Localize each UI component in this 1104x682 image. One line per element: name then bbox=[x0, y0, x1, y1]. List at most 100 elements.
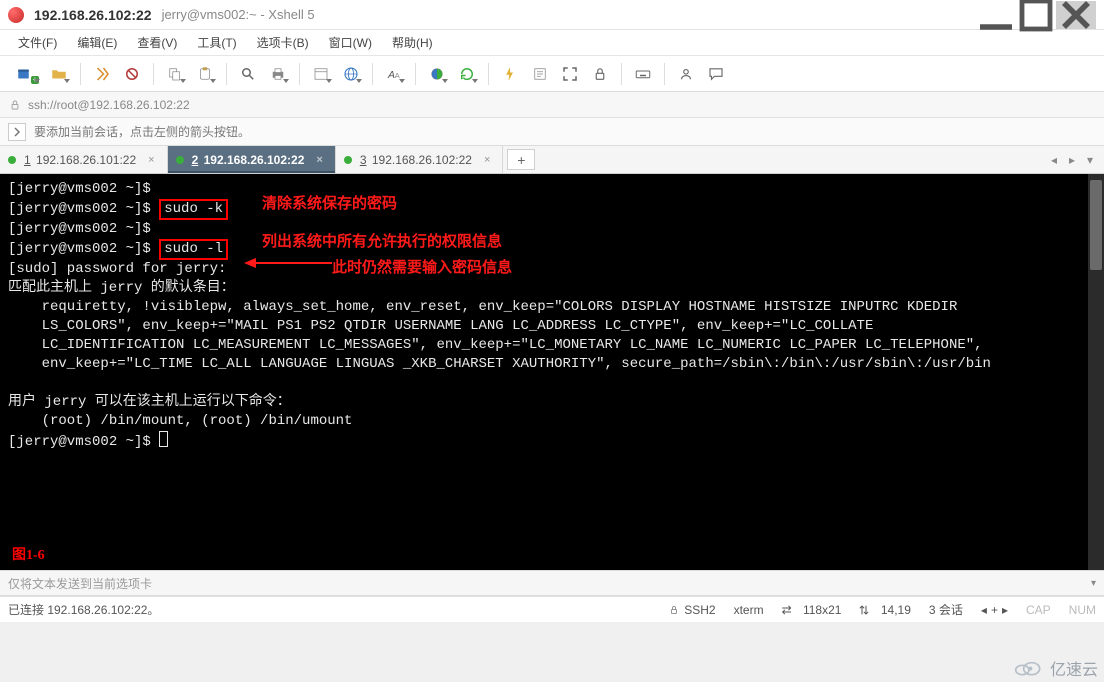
tab-prev-button[interactable]: ◂ bbox=[1046, 153, 1062, 167]
keyboard-button[interactable] bbox=[630, 61, 656, 87]
terminal-area: [jerry@vms002 ~]$ [jerry@vms002 ~]$ sudo… bbox=[0, 174, 1104, 570]
line: 用户 jerry 可以在该主机上运行以下命令： bbox=[8, 394, 291, 410]
copy-button[interactable] bbox=[162, 61, 188, 87]
line: LC_IDENTIFICATION LC_MEASUREMENT LC_MESS… bbox=[8, 337, 983, 353]
lock-button[interactable] bbox=[587, 61, 613, 87]
add-tab-button[interactable]: + bbox=[507, 149, 535, 170]
tab-number: 3 bbox=[360, 153, 367, 167]
session-tabs: 1 192.168.26.101:22 × 2 192.168.26.102:2… bbox=[0, 146, 1104, 174]
tip-text: 要添加当前会话，点击左侧的箭头按钮。 bbox=[34, 123, 250, 140]
toolbar-separator bbox=[664, 63, 665, 85]
session-tab-3[interactable]: 3 192.168.26.102:22 × bbox=[336, 146, 504, 173]
app-icon bbox=[8, 7, 24, 23]
terminal-scrollbar[interactable] bbox=[1088, 174, 1104, 570]
script-button[interactable] bbox=[527, 61, 553, 87]
toolbar: + AA bbox=[0, 56, 1104, 92]
disconnect-button[interactable] bbox=[119, 61, 145, 87]
status-dot-icon bbox=[8, 156, 16, 164]
toolbar-separator bbox=[226, 63, 227, 85]
lock-icon: SSH2 bbox=[668, 603, 715, 617]
send-input-row[interactable]: 仅将文本发送到当前选项卡 ▾ bbox=[0, 570, 1104, 596]
lightning-button[interactable] bbox=[497, 61, 523, 87]
arrows-ud-icon: ⇄ bbox=[857, 604, 871, 614]
menu-view[interactable]: 查看(V) bbox=[129, 32, 185, 53]
tab-close-icon[interactable]: × bbox=[148, 154, 154, 166]
toolbar-separator bbox=[299, 63, 300, 85]
terminal[interactable]: [jerry@vms002 ~]$ [jerry@vms002 ~]$ sudo… bbox=[0, 174, 1104, 570]
toolbar-separator bbox=[80, 63, 81, 85]
scrollbar-thumb[interactable] bbox=[1090, 180, 1102, 270]
new-session-button[interactable]: + bbox=[8, 61, 42, 87]
menu-help[interactable]: 帮助(H) bbox=[384, 32, 441, 53]
line: requiretty, !visiblepw, always_set_home,… bbox=[8, 299, 957, 315]
chevron-left-icon[interactable]: ◂ bbox=[981, 603, 987, 617]
tab-next-button[interactable]: ▸ bbox=[1064, 153, 1080, 167]
maximize-button[interactable] bbox=[1016, 1, 1056, 29]
status-cap: CAP bbox=[1026, 603, 1051, 617]
line: 匹配此主机上 jerry 的默认条目： bbox=[8, 280, 235, 296]
window-title-sub: jerry@vms002:~ - Xshell 5 bbox=[162, 7, 315, 22]
tab-menu-button[interactable]: ▾ bbox=[1082, 153, 1098, 167]
cloud-icon bbox=[1010, 658, 1044, 678]
menu-tools[interactable]: 工具(T) bbox=[189, 32, 244, 53]
menu-tab[interactable]: 选项卡(B) bbox=[249, 32, 317, 53]
reconnect-button[interactable] bbox=[89, 61, 115, 87]
chevron-down-icon[interactable]: ▾ bbox=[1091, 578, 1096, 589]
send-placeholder: 仅将文本发送到当前选项卡 bbox=[8, 575, 152, 592]
contacts-button[interactable] bbox=[673, 61, 699, 87]
titlebar: 192.168.26.102:22 jerry@vms002:~ - Xshel… bbox=[0, 0, 1104, 30]
menubar: 文件(F) 编辑(E) 查看(V) 工具(T) 选项卡(B) 窗口(W) 帮助(… bbox=[0, 30, 1104, 56]
add-session-arrow-button[interactable] bbox=[8, 123, 26, 141]
properties-button[interactable] bbox=[308, 61, 334, 87]
status-dot-icon bbox=[176, 156, 184, 164]
color-button[interactable] bbox=[424, 61, 450, 87]
refresh-button[interactable] bbox=[454, 61, 480, 87]
line: env_keep+="LC_TIME LC_ALL LANGUAGE LINGU… bbox=[8, 356, 991, 372]
tab-close-icon[interactable]: × bbox=[316, 154, 322, 166]
status-proto: SSH2 bbox=[684, 603, 715, 617]
line: [jerry@vms002 ~]$ bbox=[8, 434, 159, 450]
menu-window[interactable]: 窗口(W) bbox=[321, 32, 380, 53]
status-termtype: xterm bbox=[734, 603, 764, 617]
menu-edit[interactable]: 编辑(E) bbox=[69, 32, 125, 53]
line: [jerry@vms002 ~]$ bbox=[8, 221, 151, 237]
tab-close-icon[interactable]: × bbox=[484, 154, 490, 166]
status-sessions-nav: ◂ + ▸ bbox=[981, 603, 1008, 617]
status-dot-icon bbox=[344, 156, 352, 164]
session-tab-2[interactable]: 2 192.168.26.102:22 × bbox=[168, 146, 336, 173]
window-controls bbox=[976, 1, 1096, 29]
menu-file[interactable]: 文件(F) bbox=[10, 32, 65, 53]
plus-icon[interactable]: + bbox=[991, 603, 998, 617]
toolbar-separator bbox=[372, 63, 373, 85]
annotation-text: 列出系统中所有允许执行的权限信息 bbox=[262, 230, 502, 251]
line: [jerry@vms002 ~]$ bbox=[8, 241, 151, 257]
toolbar-separator bbox=[488, 63, 489, 85]
cursor-icon bbox=[159, 431, 168, 447]
print-button[interactable] bbox=[265, 61, 291, 87]
minimize-button[interactable] bbox=[976, 1, 1016, 29]
status-connection: 已连接 192.168.26.102:22。 bbox=[8, 601, 159, 618]
tab-label: 192.168.26.101:22 bbox=[36, 153, 136, 167]
annotation-text: 此时仍然需要输入密码信息 bbox=[332, 256, 512, 277]
svg-text:A: A bbox=[395, 70, 400, 79]
fullscreen-button[interactable] bbox=[557, 61, 583, 87]
status-size: ⇄ 118x21 bbox=[782, 603, 842, 617]
line: [jerry@vms002 ~]$ bbox=[8, 181, 151, 197]
chevron-right-icon[interactable]: ▸ bbox=[1002, 603, 1008, 617]
open-folder-button[interactable] bbox=[46, 61, 72, 87]
session-tab-1[interactable]: 1 192.168.26.101:22 × bbox=[0, 146, 168, 173]
search-button[interactable] bbox=[235, 61, 261, 87]
line: [sudo] password for jerry: bbox=[8, 261, 226, 277]
font-button[interactable]: AA bbox=[381, 61, 407, 87]
chat-button[interactable] bbox=[703, 61, 729, 87]
status-num: NUM bbox=[1069, 603, 1096, 617]
plus-icon: + bbox=[31, 76, 39, 84]
tab-number: 2 bbox=[192, 153, 199, 167]
brand-watermark: 亿速云 bbox=[1010, 656, 1098, 680]
globe-button[interactable] bbox=[338, 61, 364, 87]
tip-bar: 要添加当前会话，点击左侧的箭头按钮。 bbox=[0, 118, 1104, 146]
paste-button[interactable] bbox=[192, 61, 218, 87]
status-pos: ⇄ 14,19 bbox=[859, 603, 910, 617]
close-button[interactable] bbox=[1056, 1, 1096, 29]
address-url[interactable]: ssh://root@192.168.26.102:22 bbox=[28, 98, 190, 112]
